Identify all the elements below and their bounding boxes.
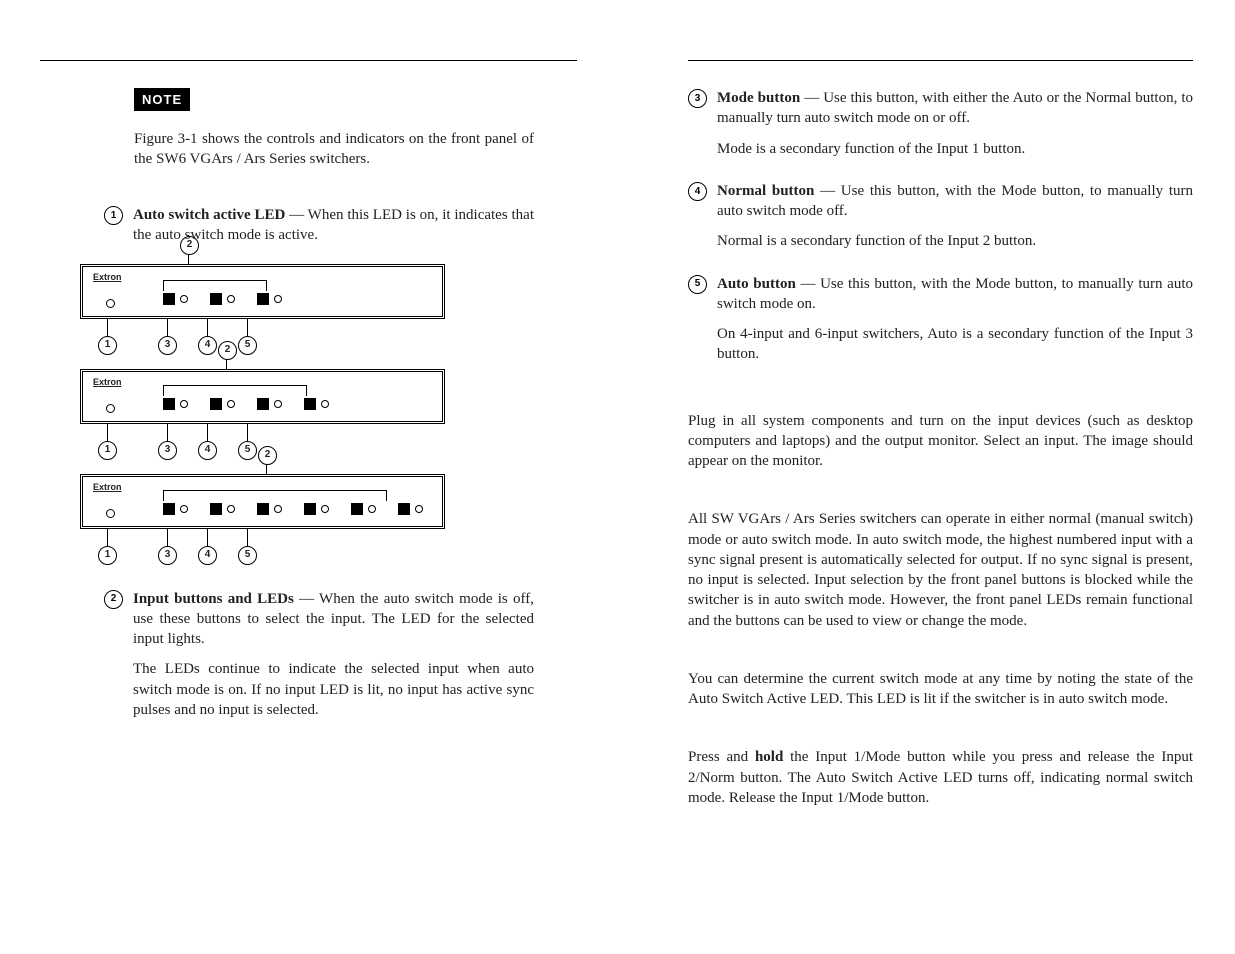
input-row — [163, 293, 282, 305]
figure-3-1: 2 Extron 1 3 4 — [40, 264, 557, 529]
callout-3-icon: 3 — [158, 336, 177, 355]
panel-brand: Extron — [93, 376, 122, 388]
callout-4: 4 Normal button — Use this button, with … — [688, 181, 1193, 266]
callout-1-label: Auto switch active LED — [133, 207, 285, 223]
panel-brand: Extron — [93, 271, 122, 283]
callout-number-icon: 4 — [688, 182, 707, 201]
callout-5-label: Auto button — [717, 276, 796, 292]
callout-5-icon: 5 — [238, 336, 257, 355]
auto-led-icon — [106, 404, 115, 413]
switcher-panel-3in: 2 Extron 1 3 4 — [80, 264, 557, 319]
callout-4-more: Normal is a secondary function of the In… — [717, 231, 1193, 251]
callout-2-icon: 2 — [180, 236, 199, 255]
note-tag: NOTE — [134, 88, 190, 111]
callout-number-icon: 5 — [688, 275, 707, 294]
operation-para-4: Press and hold the Input 1/Mode button w… — [688, 747, 1193, 808]
callout-5-more: On 4-input and 6-input switchers, Auto i… — [717, 324, 1193, 365]
callout-4-icon: 4 — [198, 336, 217, 355]
intro-paragraph: Figure 3-1 shows the controls and indica… — [134, 129, 534, 170]
callout-2-icon: 2 — [258, 446, 277, 465]
callout-3-more: Mode is a secondary function of the Inpu… — [717, 139, 1193, 159]
callout-2-label: Input buttons and LEDs — [133, 591, 294, 607]
auto-led-icon — [106, 299, 115, 308]
callout-number-icon: 1 — [104, 206, 123, 225]
callout-number-icon: 3 — [688, 89, 707, 108]
input-row — [163, 503, 423, 515]
input-led-icon — [274, 295, 282, 303]
input-button-icon — [210, 293, 222, 305]
callout-3: 3 Mode button — Use this button, with ei… — [688, 88, 1193, 173]
auto-led-icon — [106, 509, 115, 518]
callout-4-label: Normal button — [717, 183, 814, 199]
panel-brand: Extron — [93, 481, 122, 493]
input-button-icon — [163, 293, 175, 305]
operation-para-3: You can determine the current switch mod… — [688, 669, 1193, 710]
input-row — [163, 398, 329, 410]
callout-2: 2 Input buttons and LEDs — When the auto… — [134, 589, 534, 735]
callout-2-more: The LEDs continue to indicate the select… — [133, 659, 534, 720]
header-rule-left — [40, 60, 577, 61]
input-button-icon — [257, 293, 269, 305]
input-led-icon — [227, 295, 235, 303]
callout-1-icon: 1 — [98, 336, 117, 355]
page-right: 3 Mode button — Use this button, with ei… — [618, 0, 1235, 954]
operation-para-2: All SW VGArs / Ars Series switchers can … — [688, 509, 1193, 631]
switcher-panel-4in: 2 Extron 1 3 4 — [80, 369, 557, 424]
page-left: NOTE Figure 3-1 shows the controls and i… — [0, 0, 617, 954]
input-led-icon — [180, 295, 188, 303]
callout-number-icon: 2 — [104, 590, 123, 609]
callout-2-icon: 2 — [218, 341, 237, 360]
operation-para-1: Plug in all system components and turn o… — [688, 411, 1193, 472]
callout-5: 5 Auto button — Use this button, with th… — [688, 274, 1193, 379]
callout-3-label: Mode button — [717, 90, 800, 106]
switcher-panel-6in: 2 Extron 1 — [80, 474, 557, 529]
header-rule-right — [688, 60, 1193, 61]
